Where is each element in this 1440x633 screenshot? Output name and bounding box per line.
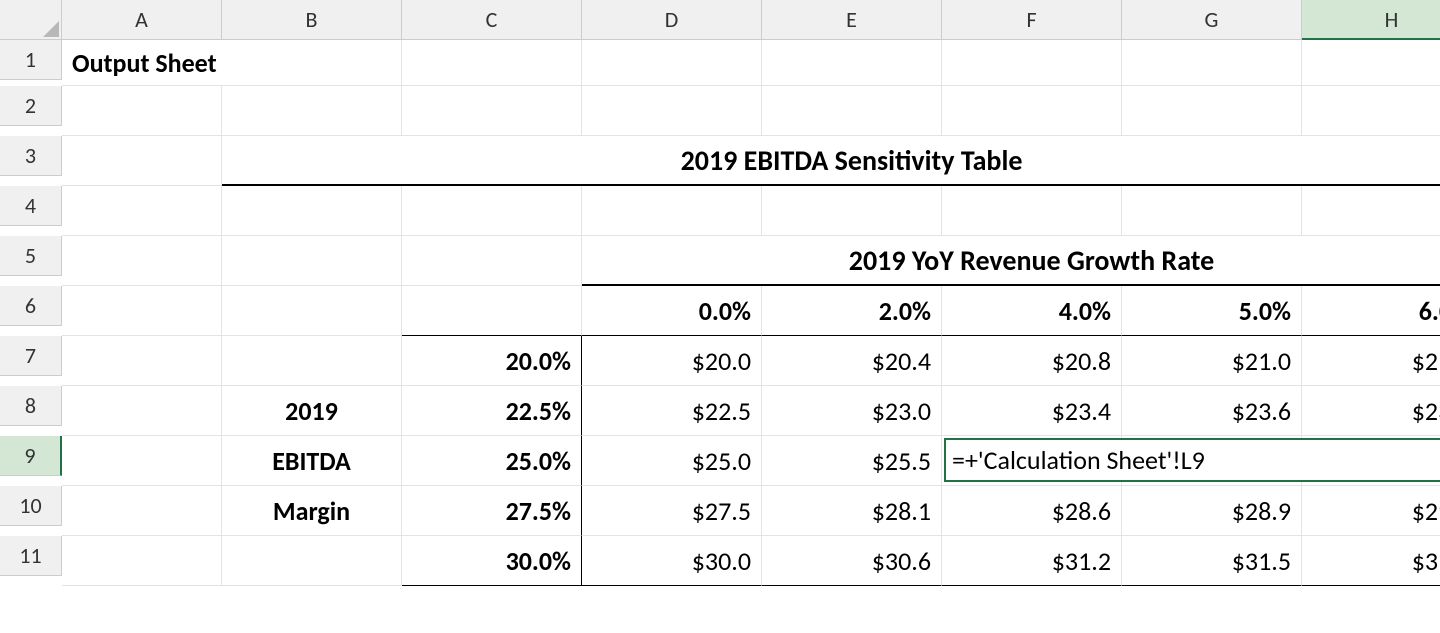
cell-D6[interactable]: 0.0% [582, 286, 762, 336]
row-header-10[interactable]: 10 [0, 486, 62, 526]
cell-D9[interactable]: $25.0 [582, 436, 762, 486]
cell-E2[interactable] [762, 86, 942, 136]
cell-H7[interactable]: $21.2 [1302, 336, 1440, 386]
cell-H1[interactable] [1302, 40, 1440, 86]
cell-C10[interactable]: 27.5% [402, 486, 582, 536]
cell-B4[interactable] [222, 186, 402, 236]
row-header-6[interactable]: 6 [0, 286, 62, 326]
row-header-8[interactable]: 8 [0, 386, 62, 426]
cell-C8[interactable]: 22.5% [402, 386, 582, 436]
cell-E4[interactable] [762, 186, 942, 236]
cell-G6[interactable]: 5.0% [1122, 286, 1302, 336]
col-header-C[interactable]: C [402, 0, 582, 40]
cell-E1[interactable] [762, 40, 942, 86]
cell-G8[interactable]: $23.6 [1122, 386, 1302, 436]
cell-E11[interactable]: $30.6 [762, 536, 942, 586]
formula-text: =+'Calculation Sheet'!L9 [952, 447, 1205, 473]
cell-E10[interactable]: $28.1 [762, 486, 942, 536]
row-header-5[interactable]: 5 [0, 236, 62, 276]
cell-D8[interactable]: $22.5 [582, 386, 762, 436]
cell-E8[interactable]: $23.0 [762, 386, 942, 436]
cell-H4[interactable] [1302, 186, 1440, 236]
row-header-3[interactable]: 3 [0, 136, 62, 176]
cell-B5[interactable] [222, 236, 402, 286]
cell-E7[interactable]: $20.4 [762, 336, 942, 386]
cell-G2[interactable] [1122, 86, 1302, 136]
cell-E6[interactable]: 2.0% [762, 286, 942, 336]
cell-C9[interactable]: 25.0% [402, 436, 582, 486]
cell-A1[interactable]: Output Sheet [62, 40, 402, 86]
cell-G7[interactable]: $21.0 [1122, 336, 1302, 386]
cell-A9[interactable] [62, 436, 222, 486]
select-all-corner[interactable] [0, 0, 62, 40]
cell-F8[interactable]: $23.4 [942, 386, 1122, 436]
row-header-11[interactable]: 11 [0, 536, 62, 576]
cell-D1[interactable] [582, 40, 762, 86]
cell-A4[interactable] [62, 186, 222, 236]
cell-C5[interactable] [402, 236, 582, 286]
cell-H8[interactable]: $23.9 [1302, 386, 1440, 436]
cell-B11[interactable] [222, 536, 402, 586]
cell-D2[interactable] [582, 86, 762, 136]
cell-A6[interactable] [62, 286, 222, 336]
cell-C2[interactable] [402, 86, 582, 136]
cell-A11[interactable] [62, 536, 222, 586]
col-header-E[interactable]: E [762, 0, 942, 40]
col-header-A[interactable]: A [62, 0, 222, 40]
formula-edit-overlay[interactable]: =+'Calculation Sheet'!L9 [944, 438, 1440, 482]
cell-A2[interactable] [62, 86, 222, 136]
cell-H6[interactable]: 6.0% [1302, 286, 1440, 336]
cell-A7[interactable] [62, 336, 222, 386]
row-header-9[interactable]: 9 [0, 436, 62, 476]
cell-B8[interactable]: 2019 [222, 386, 402, 436]
cell-F1[interactable] [942, 40, 1122, 86]
cell-A10[interactable] [62, 486, 222, 536]
col-header-F[interactable]: F [942, 0, 1122, 40]
cell-H10[interactable]: $29.2 [1302, 486, 1440, 536]
cell-H11[interactable]: $31.8 [1302, 536, 1440, 586]
cell-B7[interactable] [222, 336, 402, 386]
row-header-7[interactable]: 7 [0, 336, 62, 376]
col-header-H[interactable]: H [1302, 0, 1440, 40]
cell-D7[interactable]: $20.0 [582, 336, 762, 386]
cell-H2[interactable] [1302, 86, 1440, 136]
cell-A5[interactable] [62, 236, 222, 286]
cell-F4[interactable] [942, 186, 1122, 236]
cell-B10[interactable]: Margin [222, 486, 402, 536]
cell-A3[interactable] [62, 136, 222, 186]
cell-C7[interactable]: 20.0% [402, 336, 582, 386]
cell-D4[interactable] [582, 186, 762, 236]
cell-F11[interactable]: $31.2 [942, 536, 1122, 586]
cell-B6[interactable] [222, 286, 402, 336]
cell-C4[interactable] [402, 186, 582, 236]
cell-E9[interactable]: $25.5 [762, 436, 942, 486]
cell-A8[interactable] [62, 386, 222, 436]
row-header-1[interactable]: 1 [0, 40, 62, 80]
cell-G4[interactable] [1122, 186, 1302, 236]
cell-C11[interactable]: 30.0% [402, 536, 582, 586]
cell-F6[interactable]: 4.0% [942, 286, 1122, 336]
cell-F10[interactable]: $28.6 [942, 486, 1122, 536]
cell-C1[interactable] [402, 40, 582, 86]
cell-D10[interactable]: $27.5 [582, 486, 762, 536]
cell-B9[interactable]: EBITDA [222, 436, 402, 486]
col-header-D[interactable]: D [582, 0, 762, 40]
cell-D11[interactable]: $30.0 [582, 536, 762, 586]
cell-G10[interactable]: $28.9 [1122, 486, 1302, 536]
row-header-4[interactable]: 4 [0, 186, 62, 226]
cell-subhead[interactable]: 2019 YoY Revenue Growth Rate [582, 236, 1440, 286]
cell-C6[interactable] [402, 286, 582, 336]
cell-G11[interactable]: $31.5 [1122, 536, 1302, 586]
cell-G1[interactable] [1122, 40, 1302, 86]
row-header-2[interactable]: 2 [0, 86, 62, 126]
cell-F2[interactable] [942, 86, 1122, 136]
text-cursor-icon [1206, 447, 1207, 473]
cell-B2[interactable] [222, 86, 402, 136]
col-header-G[interactable]: G [1122, 0, 1302, 40]
cell-title[interactable]: 2019 EBITDA Sensitivity Table [222, 136, 1440, 186]
col-header-B[interactable]: B [222, 0, 402, 40]
cell-F7[interactable]: $20.8 [942, 336, 1122, 386]
spreadsheet-grid[interactable]: A B C D E F G H 1 Output Sheet 2 3 2019 … [0, 0, 1440, 586]
